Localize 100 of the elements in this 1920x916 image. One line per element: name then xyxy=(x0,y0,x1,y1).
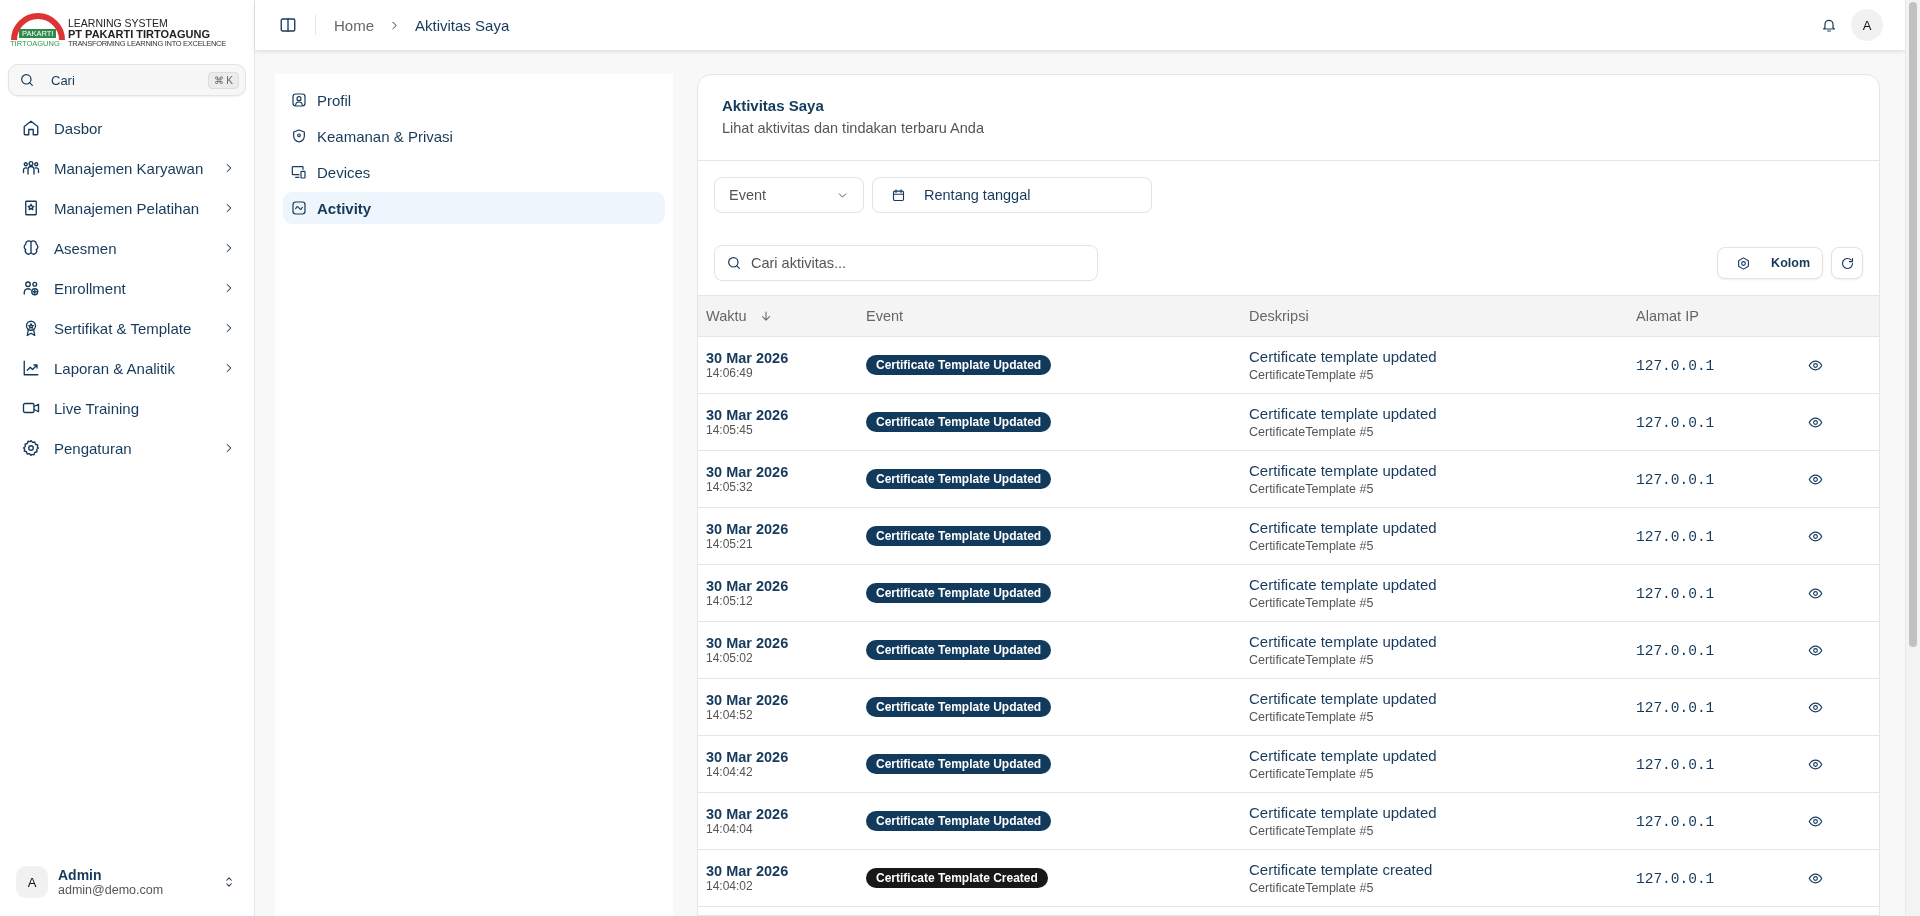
time-text: 14:05:02 xyxy=(706,651,754,665)
search-field[interactable]: Cari aktivitas... xyxy=(714,245,1098,281)
event-badge: Certificate Template Updated xyxy=(866,583,1052,603)
description-text: Certificate template updated xyxy=(1249,348,1438,365)
sidebar-item[interactable]: Asesmen xyxy=(8,228,246,268)
user-avatar[interactable]: A xyxy=(1851,9,1883,41)
sidebar-item[interactable]: Dasbor xyxy=(8,108,246,148)
settings-nav-item[interactable]: Devices xyxy=(283,156,665,188)
sidebar-item[interactable]: Laporan & Analitik xyxy=(8,348,246,388)
column-header: Event xyxy=(866,308,904,324)
brain-icon xyxy=(22,239,40,257)
time-text: 14:04:42 xyxy=(706,765,754,779)
breadcrumb[interactable]: Home xyxy=(334,16,374,34)
date-text: 30 Mar 2026 xyxy=(706,521,790,537)
date-text: 30 Mar 2026 xyxy=(706,692,790,708)
time-text: 14:04:52 xyxy=(706,708,754,722)
column-header: Deskripsi xyxy=(1249,308,1309,324)
date-range-button[interactable]: Rentang tanggal xyxy=(872,177,1152,213)
ip-address: 127.0.0.1 xyxy=(1636,699,1715,716)
column-header: Alamat IP xyxy=(1636,308,1699,324)
ip-address: 127.0.0.1 xyxy=(1636,756,1715,773)
description-text: Certificate template created xyxy=(1249,861,1434,878)
settings-nav-item[interactable]: Profil xyxy=(283,84,665,116)
gear-icon xyxy=(1736,255,1752,271)
date-text: 30 Mar 2026 xyxy=(706,464,790,480)
ip-address: 127.0.0.1 xyxy=(1636,642,1715,659)
date-text: 30 Mar 2026 xyxy=(706,749,790,765)
eye-icon xyxy=(1808,813,1823,829)
subject-text: CertificateTemplate #5 xyxy=(1249,425,1375,439)
calendar-icon xyxy=(891,187,906,203)
trend-chart-icon xyxy=(22,359,40,377)
event-badge: Certificate Template Updated xyxy=(866,469,1052,489)
user-plus-icon xyxy=(22,279,40,297)
date-text: 30 Mar 2026 xyxy=(706,806,790,822)
subject-text: CertificateTemplate #5 xyxy=(1249,881,1375,895)
eye-icon xyxy=(1808,471,1823,487)
description-text: Certificate template updated xyxy=(1249,633,1438,650)
time-text: 14:06:49 xyxy=(706,366,754,380)
search-icon xyxy=(19,72,35,88)
event-badge: Certificate Template Updated xyxy=(866,355,1052,375)
ip-address: 127.0.0.1 xyxy=(1636,585,1715,602)
time-text: 14:05:32 xyxy=(706,480,754,494)
subject-text: CertificateTemplate #5 xyxy=(1249,596,1375,610)
event-badge: Certificate Template Updated xyxy=(866,811,1052,831)
event-badge: Certificate Template Updated xyxy=(866,526,1052,546)
card-subtitle: Lihat aktivitas dan tindakan terbaru Anda xyxy=(722,120,985,136)
logo-arc-icon xyxy=(10,12,66,40)
eye-icon xyxy=(1808,699,1823,715)
event-badge: Certificate Template Created xyxy=(866,868,1048,888)
sidebar-item[interactable]: Sertifikat & Template xyxy=(8,308,246,348)
card-title: Aktivitas Saya xyxy=(722,97,825,114)
sidebar-item[interactable]: Live Training xyxy=(8,388,246,428)
scrollbar[interactable] xyxy=(1905,0,1920,916)
activity-icon xyxy=(291,200,307,216)
bell-icon xyxy=(1821,17,1837,33)
company-name: PT PAKARTI TIRTOAGUNG xyxy=(68,28,211,41)
sidebar-item[interactable]: Enrollment xyxy=(8,268,246,308)
eye-icon xyxy=(1808,585,1823,601)
columns-button[interactable]: Kolom xyxy=(1717,247,1823,279)
sidebar-item[interactable]: Pengaturan xyxy=(8,428,246,468)
event-badge: Certificate Template Updated xyxy=(866,754,1052,774)
shield-icon xyxy=(291,128,307,144)
shortcut-hint: ⌘ K xyxy=(207,71,239,89)
description-text: Certificate template updated xyxy=(1249,462,1438,479)
logo-text: LEARNING SYSTEM xyxy=(68,17,169,29)
date-text: 30 Mar 2026 xyxy=(706,578,790,594)
subject-text: CertificateTemplate #5 xyxy=(1249,767,1375,781)
sidebar-item[interactable]: Manajemen Pelatihan xyxy=(8,188,246,228)
subject-text: CertificateTemplate #5 xyxy=(1249,368,1375,382)
settings-nav-item[interactable]: Activity xyxy=(283,192,665,224)
subject-text: CertificateTemplate #5 xyxy=(1249,539,1375,553)
subject-text: CertificateTemplate #5 xyxy=(1249,653,1375,667)
eye-icon xyxy=(1808,528,1823,544)
settings-nav-item[interactable]: Keamanan & Privasi xyxy=(283,120,665,152)
user-avatar: A xyxy=(16,866,48,898)
eye-icon xyxy=(1808,642,1823,658)
user-email: admin@demo.com xyxy=(58,883,165,897)
home-icon xyxy=(22,119,40,137)
description-text: Certificate template updated xyxy=(1249,747,1438,764)
sidebar-item[interactable]: Manajemen Karyawan xyxy=(8,148,246,188)
eye-icon xyxy=(1808,756,1823,772)
people-icon xyxy=(22,159,40,177)
ip-address: 127.0.0.1 xyxy=(1636,471,1715,488)
user-icon xyxy=(291,92,307,108)
event-dropdown[interactable]: Event xyxy=(714,177,864,213)
refresh-button[interactable] xyxy=(1831,247,1863,279)
column-header[interactable]: Waktu xyxy=(706,308,773,324)
devices-icon xyxy=(291,164,307,180)
description-text: Certificate template updated xyxy=(1249,405,1438,422)
subject-text: CertificateTemplate #5 xyxy=(1249,482,1375,496)
gear-icon xyxy=(22,439,40,457)
ip-address: 127.0.0.1 xyxy=(1636,813,1715,830)
event-badge: Certificate Template Updated xyxy=(866,412,1052,432)
ip-address: 127.0.0.1 xyxy=(1636,414,1715,431)
description-text: Certificate template updated xyxy=(1249,519,1438,536)
time-text: 14:04:02 xyxy=(706,879,754,893)
ip-address: 127.0.0.1 xyxy=(1636,528,1715,545)
search-field[interactable]: Cari ⌘ K xyxy=(8,64,246,96)
subject-text: CertificateTemplate #5 xyxy=(1249,824,1375,838)
time-text: 14:05:45 xyxy=(706,423,754,437)
